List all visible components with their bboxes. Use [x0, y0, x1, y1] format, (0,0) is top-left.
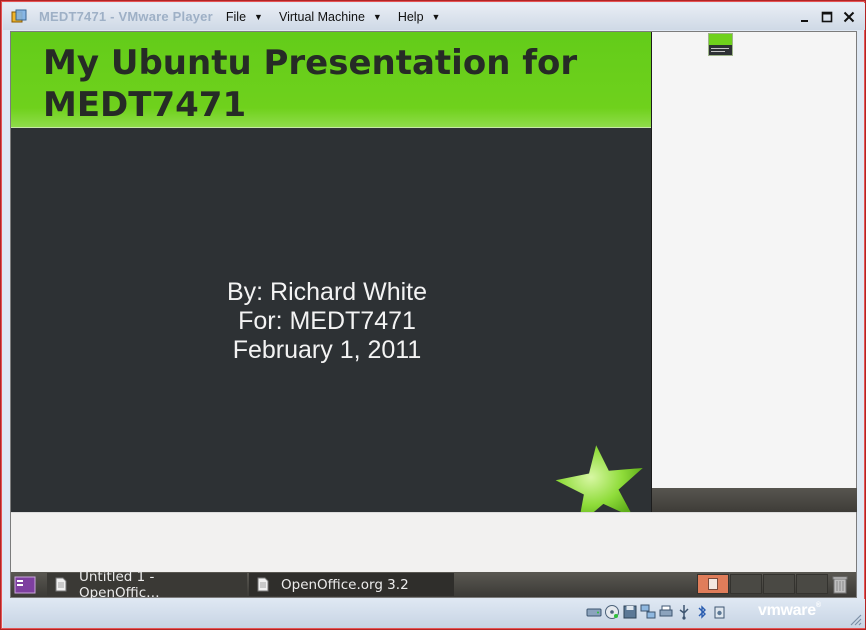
workspace-2[interactable]	[730, 574, 762, 594]
network-icon[interactable]	[640, 603, 656, 621]
window-controls	[795, 7, 859, 27]
taskbar-task-label: Untitled 1 - OpenOffic…	[78, 568, 160, 601]
bluetooth-icon[interactable]	[694, 603, 710, 621]
slide-sorter-panel[interactable]	[651, 32, 857, 512]
minimize-icon	[801, 20, 808, 22]
vmware-status-bar: vmware®	[3, 599, 865, 628]
maximize-button[interactable]	[817, 7, 837, 27]
presentation-slide[interactable]: My Ubuntu Presentation for MEDT7471 By: …	[11, 32, 651, 512]
close-button[interactable]	[839, 7, 859, 27]
menu-file[interactable]: File ▼	[226, 10, 279, 24]
show-desktop-button[interactable]	[13, 575, 37, 595]
menu-help[interactable]: Help ▼	[398, 10, 457, 24]
slide-subtitle-block: By: Richard White For: MEDT7471 February…	[11, 278, 643, 365]
chevron-down-icon: ▼	[372, 11, 382, 22]
menu-file-label: File	[225, 9, 247, 24]
chevron-down-icon: ▼	[254, 11, 263, 22]
document-icon	[257, 577, 269, 592]
printer-icon[interactable]	[658, 603, 674, 621]
workspace-1[interactable]	[697, 574, 729, 594]
vmware-player-window: MEDT7471 - VMware Player File ▼ Virtual …	[0, 0, 866, 630]
window-title: MEDT7471 - VMware Player	[39, 9, 213, 24]
floppy-icon[interactable]	[622, 603, 638, 621]
sound-icon[interactable]	[712, 603, 728, 621]
vmware-logo: vmware®	[758, 602, 821, 619]
device-icons	[586, 603, 728, 621]
slide-date-line: February 1, 2011	[232, 336, 422, 364]
resize-grip-icon[interactable]	[848, 612, 862, 626]
title-menu-bar: MEDT7471 - VMware Player File ▼ Virtual …	[3, 3, 865, 30]
maximize-icon	[821, 11, 833, 23]
guest-screen[interactable]: My Ubuntu Presentation for MEDT7471 By: …	[10, 31, 857, 601]
window-miniature-icon	[708, 578, 718, 590]
panel-footer	[652, 488, 857, 512]
slide-course-line: For: MEDT7471	[238, 307, 416, 335]
taskbar-task-label: OpenOffice.org 3.2	[281, 576, 409, 593]
guest-taskbar: Untitled 1 - OpenOffic… OpenOffice.org 3…	[11, 569, 856, 601]
workspace-3[interactable]	[763, 574, 795, 594]
slide-thumbnail[interactable]	[708, 33, 733, 56]
vmware-logo-vm: vm	[758, 602, 781, 619]
star-icon	[555, 445, 643, 512]
cd-rom-icon[interactable]	[604, 603, 620, 621]
workspace-4[interactable]	[796, 574, 828, 594]
menu-help-label: Help	[397, 9, 424, 24]
taskbar-task-untitled[interactable]: Untitled 1 - OpenOffic…	[47, 569, 247, 601]
slide-title: My Ubuntu Presentation for MEDT7471	[43, 43, 578, 125]
usb-icon[interactable]	[676, 603, 692, 621]
notes-area[interactable]	[11, 512, 856, 572]
slide-author-line: By: Richard White	[226, 278, 428, 306]
desktop-icon	[14, 576, 36, 593]
vmware-app-icon[interactable]	[11, 9, 27, 25]
minimize-button[interactable]	[795, 7, 815, 27]
menu-virtual-machine-label: Virtual Machine	[278, 9, 365, 24]
vmware-logo-ware: ware	[780, 602, 817, 619]
document-icon	[55, 577, 67, 592]
chevron-down-icon: ▼	[431, 11, 441, 22]
hard-disk-icon[interactable]	[586, 603, 602, 621]
close-icon	[843, 11, 855, 23]
taskbar-task-openoffice[interactable]: OpenOffice.org 3.2	[249, 573, 454, 596]
menu-virtual-machine[interactable]: Virtual Machine ▼	[279, 10, 398, 24]
workspace-switcher	[697, 574, 828, 594]
trash-icon[interactable]	[830, 574, 850, 595]
